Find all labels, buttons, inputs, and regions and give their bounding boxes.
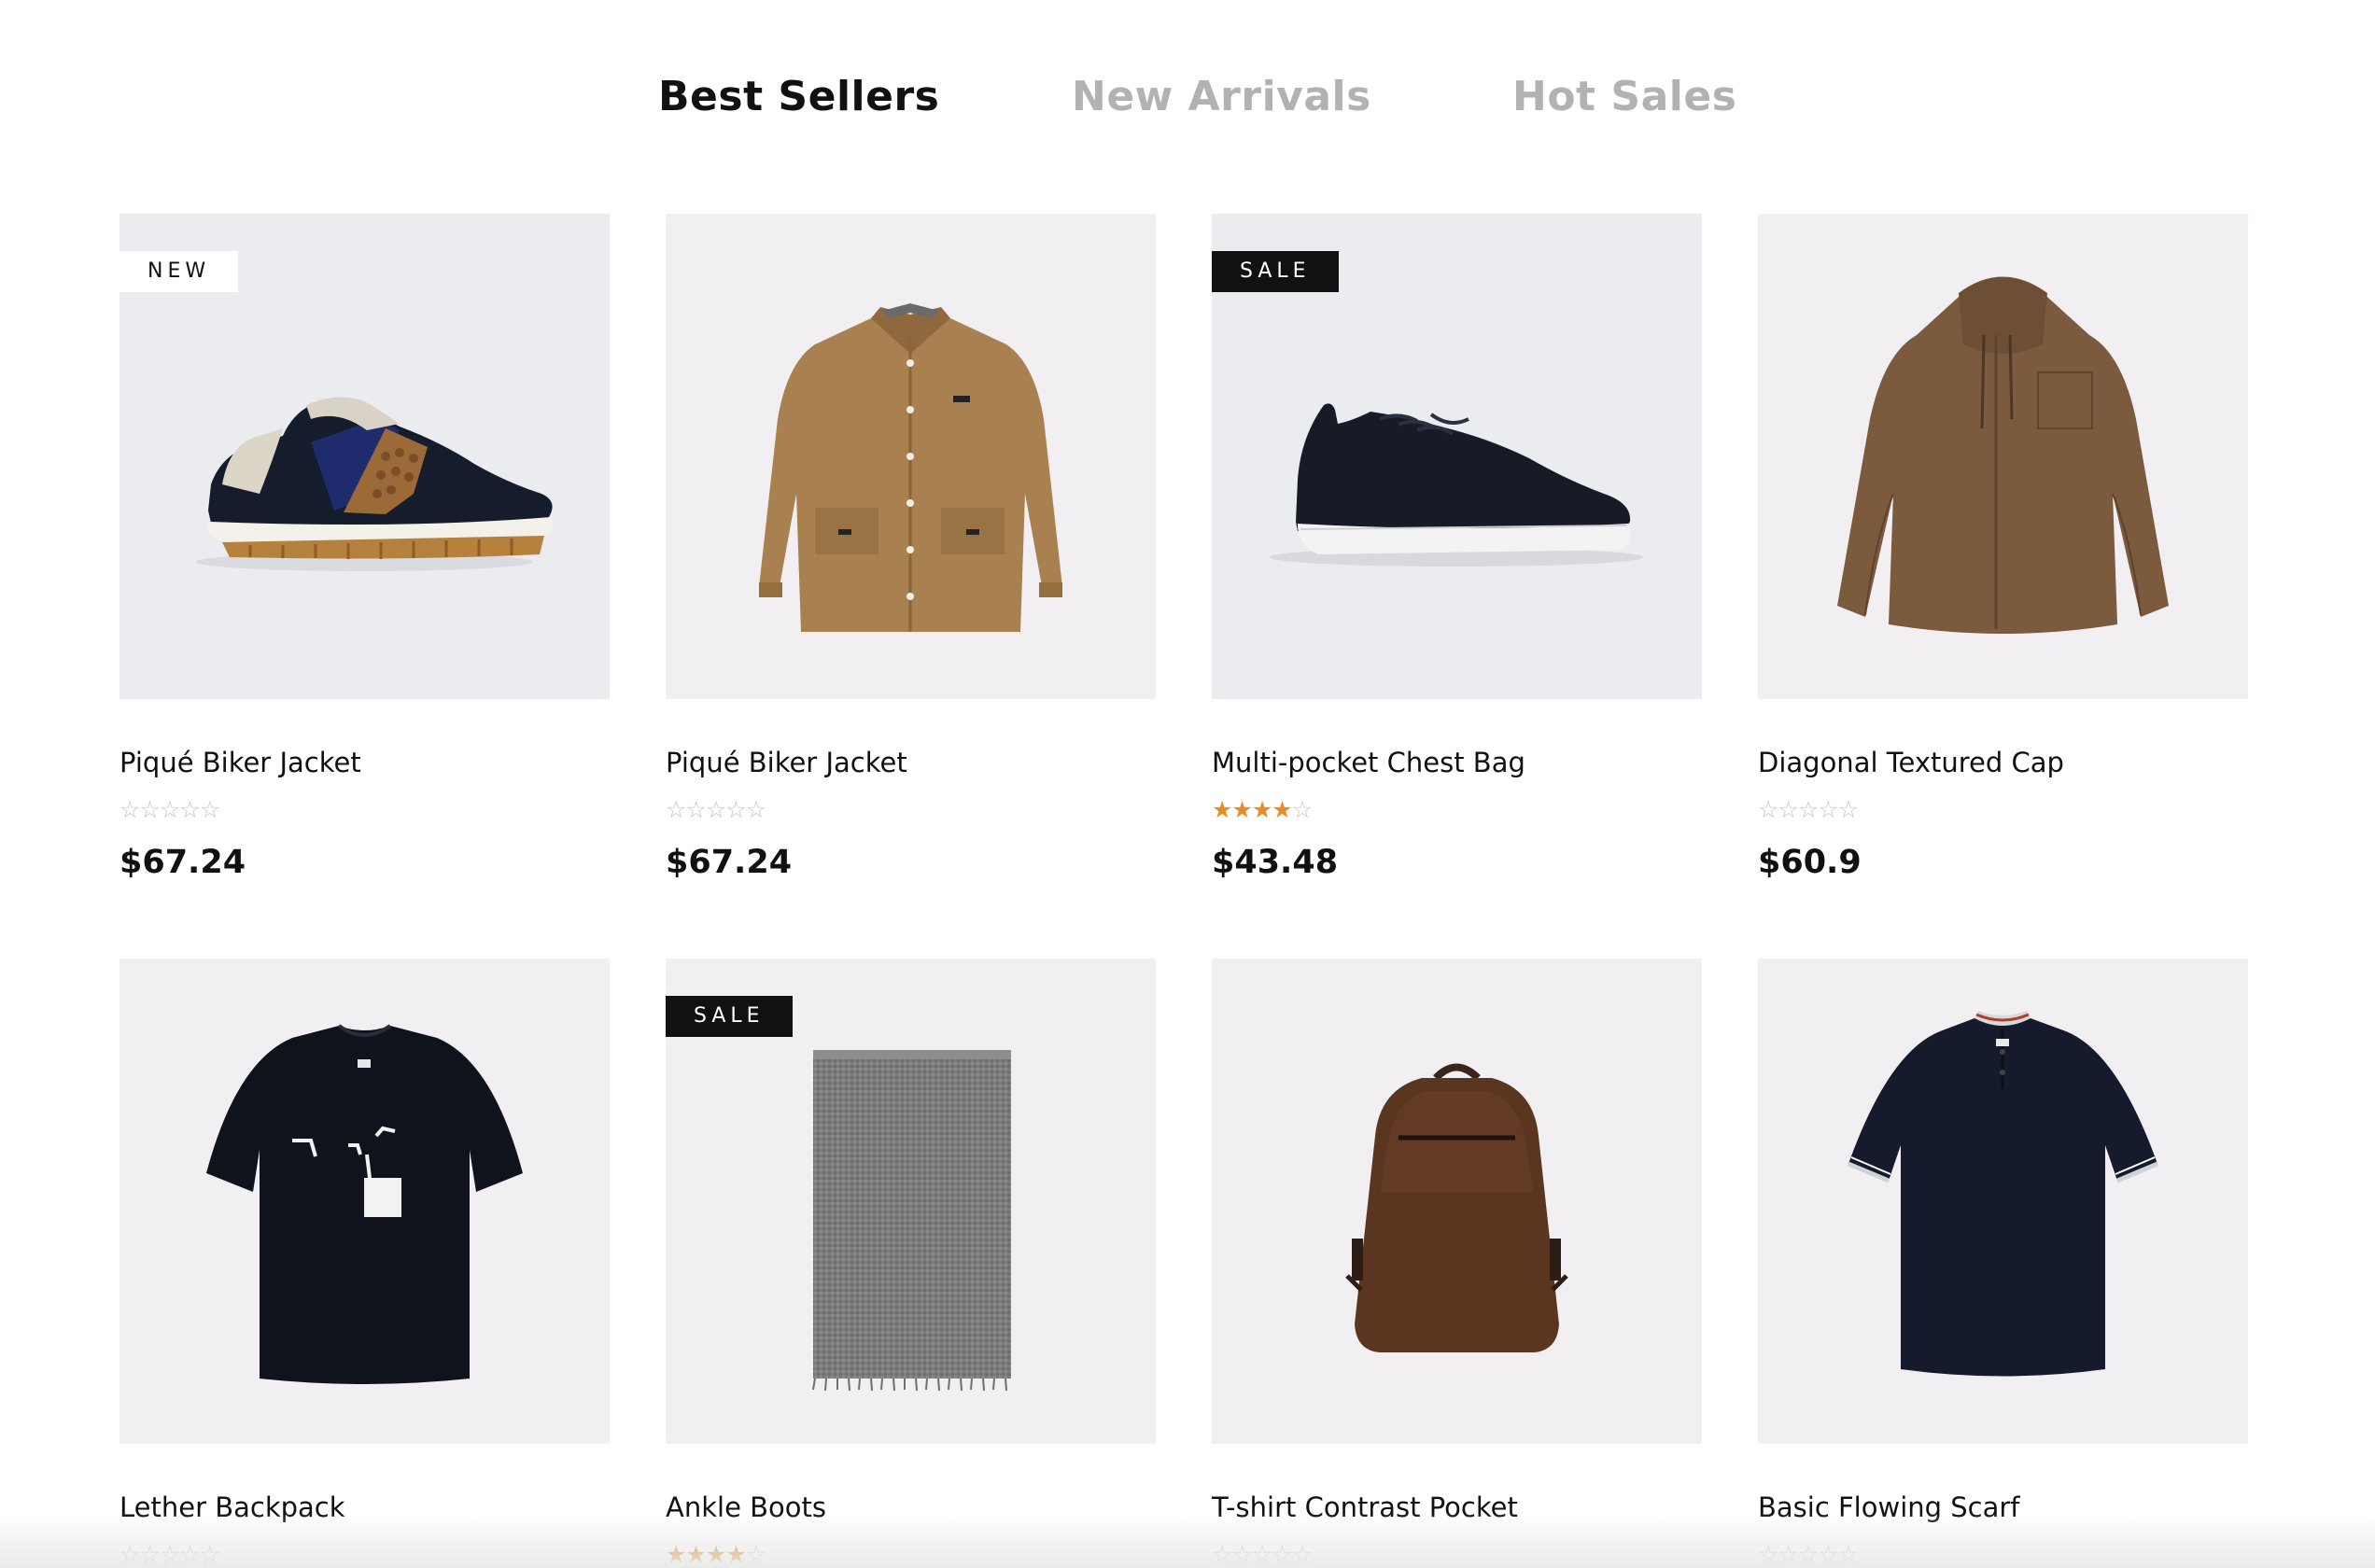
tab-hot-sales[interactable]: Hot Sales bbox=[1512, 69, 1736, 125]
star-empty-icon: ☆ bbox=[1231, 1541, 1252, 1568]
star-filled-icon: ★ bbox=[685, 1541, 706, 1568]
product-image[interactable] bbox=[1212, 959, 1702, 1444]
star-empty-icon: ☆ bbox=[1291, 1541, 1313, 1568]
product-card[interactable]: SALE Ankle Boots ★★★★☆ bbox=[666, 959, 1156, 1568]
product-name[interactable]: Diagonal Textured Cap bbox=[1758, 744, 2064, 781]
product-card[interactable]: Lether Backpack ☆☆☆☆☆ bbox=[119, 959, 610, 1568]
product-price: $60.9 bbox=[1758, 844, 1862, 881]
product-card[interactable]: Piqué Biker Jacket ☆☆☆☆☆ $67.24 bbox=[666, 214, 1156, 886]
star-empty-icon: ☆ bbox=[1837, 796, 1859, 823]
product-filter-tabs: Best Sellers New Arrivals Hot Sales bbox=[0, 69, 2375, 125]
star-filled-icon: ★ bbox=[1272, 796, 1292, 823]
star-empty-icon: ☆ bbox=[1837, 1541, 1859, 1568]
product-price: $43.48 bbox=[1212, 844, 1339, 881]
product-image[interactable]: SALE bbox=[666, 959, 1156, 1444]
star-filled-icon: ★ bbox=[1251, 796, 1272, 823]
rating-stars: ☆☆☆☆☆ bbox=[119, 796, 220, 823]
rating-stars: ☆☆☆☆☆ bbox=[1758, 1541, 1859, 1568]
overshirt-image bbox=[1837, 276, 2169, 634]
sale-badge: SALE bbox=[666, 996, 793, 1037]
product-price: $67.24 bbox=[119, 844, 246, 881]
star-empty-icon: ☆ bbox=[725, 796, 746, 823]
product-card[interactable]: SALE Multi-pocket Chest Bag ★★★★☆ $43.48 bbox=[1212, 214, 1702, 886]
star-empty-icon: ☆ bbox=[199, 796, 220, 823]
tab-best-sellers[interactable]: Best Sellers bbox=[658, 69, 939, 125]
star-empty-icon: ☆ bbox=[159, 1541, 180, 1568]
rating-stars: ☆☆☆☆☆ bbox=[119, 1541, 220, 1568]
star-empty-icon: ☆ bbox=[199, 1541, 220, 1568]
product-image[interactable] bbox=[1758, 214, 2248, 699]
product-card[interactable]: NEW Piqué Biker Jacket ☆☆☆☆☆ $67.24 bbox=[119, 214, 610, 886]
product-name[interactable]: T-shirt Contrast Pocket bbox=[1212, 1489, 1518, 1526]
star-empty-icon: ☆ bbox=[139, 796, 160, 823]
star-empty-icon: ☆ bbox=[1778, 796, 1798, 823]
polo-image bbox=[1848, 1011, 2158, 1377]
product-image[interactable] bbox=[1758, 959, 2248, 1444]
product-image[interactable]: SALE bbox=[1212, 214, 1702, 699]
star-filled-icon: ★ bbox=[705, 1541, 726, 1568]
star-filled-icon: ★ bbox=[1231, 796, 1252, 823]
star-empty-icon: ☆ bbox=[1818, 1541, 1838, 1568]
star-empty-icon: ☆ bbox=[1212, 1541, 1232, 1568]
product-image[interactable]: NEW bbox=[119, 214, 610, 699]
product-name[interactable]: Piqué Biker Jacket bbox=[666, 744, 907, 781]
tshirt-image bbox=[206, 1024, 523, 1384]
star-empty-icon: ☆ bbox=[1758, 1541, 1778, 1568]
product-card[interactable]: T-shirt Contrast Pocket ☆☆☆☆☆ bbox=[1212, 959, 1702, 1568]
rating-stars: ☆☆☆☆☆ bbox=[1212, 1541, 1313, 1568]
tab-new-arrivals[interactable]: New Arrivals bbox=[1072, 69, 1371, 125]
star-empty-icon: ☆ bbox=[119, 796, 140, 823]
star-empty-icon: ☆ bbox=[159, 796, 180, 823]
rating-stars: ★★★★☆ bbox=[666, 1543, 766, 1567]
star-empty-icon: ☆ bbox=[139, 1541, 160, 1568]
product-card[interactable]: Diagonal Textured Cap ☆☆☆☆☆ $60.9 bbox=[1758, 214, 2248, 886]
star-empty-icon: ☆ bbox=[745, 1541, 766, 1568]
star-filled-icon: ★ bbox=[725, 1541, 746, 1568]
star-empty-icon: ☆ bbox=[666, 796, 686, 823]
new-badge: NEW bbox=[119, 251, 239, 292]
rating-stars: ☆☆☆☆☆ bbox=[666, 798, 766, 822]
star-filled-icon: ★ bbox=[666, 1541, 686, 1568]
product-image[interactable] bbox=[666, 214, 1156, 699]
star-empty-icon: ☆ bbox=[119, 1541, 140, 1568]
rating-stars: ☆☆☆☆☆ bbox=[1758, 796, 1859, 823]
product-price: $67.24 bbox=[666, 844, 793, 881]
star-empty-icon: ☆ bbox=[1272, 1541, 1292, 1568]
star-empty-icon: ☆ bbox=[705, 796, 726, 823]
product-name[interactable]: Ankle Boots bbox=[666, 1489, 826, 1526]
star-empty-icon: ☆ bbox=[1251, 1541, 1272, 1568]
star-empty-icon: ☆ bbox=[1758, 796, 1778, 823]
star-empty-icon: ☆ bbox=[685, 796, 706, 823]
star-empty-icon: ☆ bbox=[1291, 796, 1313, 823]
star-empty-icon: ☆ bbox=[179, 1541, 200, 1568]
star-empty-icon: ☆ bbox=[1797, 1541, 1819, 1568]
star-empty-icon: ☆ bbox=[745, 796, 766, 823]
star-empty-icon: ☆ bbox=[179, 796, 200, 823]
product-name[interactable]: Basic Flowing Scarf bbox=[1758, 1489, 2020, 1526]
rating-stars: ★★★★☆ bbox=[1212, 796, 1313, 823]
star-empty-icon: ☆ bbox=[1818, 796, 1838, 823]
jacket-image bbox=[759, 303, 1062, 632]
star-filled-icon: ★ bbox=[1212, 796, 1232, 823]
star-empty-icon: ☆ bbox=[1778, 1541, 1798, 1568]
product-card[interactable]: Basic Flowing Scarf ☆☆☆☆☆ bbox=[1758, 959, 2248, 1568]
sale-badge: SALE bbox=[1212, 251, 1339, 292]
product-name[interactable]: Lether Backpack bbox=[119, 1489, 345, 1526]
product-name[interactable]: Piqué Biker Jacket bbox=[119, 744, 361, 781]
star-empty-icon: ☆ bbox=[1797, 796, 1819, 823]
product-image[interactable] bbox=[119, 959, 610, 1444]
backpack-image bbox=[1345, 1063, 1568, 1352]
product-name[interactable]: Multi-pocket Chest Bag bbox=[1212, 744, 1525, 781]
